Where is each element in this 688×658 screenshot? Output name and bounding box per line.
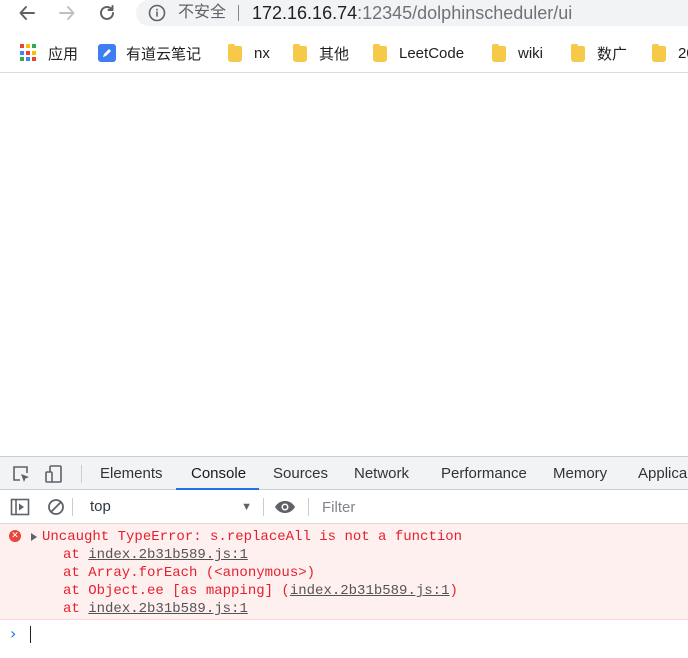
show-sidebar-button[interactable]	[9, 496, 31, 518]
folder-icon	[571, 44, 585, 62]
security-label: 不安全	[178, 4, 227, 21]
bookmark-folder-wiki[interactable]: wiki	[490, 42, 543, 64]
tab-elements[interactable]: Elements	[100, 457, 163, 490]
toolbar-separator	[72, 498, 73, 516]
prompt-chevron-icon: ›	[10, 624, 17, 643]
folder-icon	[373, 44, 387, 62]
bookmark-folder-shuguang[interactable]: 数广	[569, 42, 627, 64]
tab-separator	[81, 465, 82, 483]
device-mobile-icon	[45, 465, 62, 483]
info-icon[interactable]	[148, 4, 166, 22]
omnibox-separator	[238, 5, 239, 21]
context-value: top	[90, 498, 111, 515]
bookmark-apps[interactable]: 应用	[20, 42, 78, 64]
caret-down-icon: ▼	[241, 501, 252, 513]
forward-button[interactable]	[52, 0, 82, 26]
bookmark-folder-leetcode[interactable]: LeetCode	[371, 42, 464, 64]
sidebar-toggle-icon	[10, 498, 30, 516]
stack-frame-text: )	[449, 583, 458, 599]
bookmarks-bar: 应用 有道云笔记 nx 其他 LeetCode wiki 数广 20	[0, 36, 688, 72]
expand-triangle-icon[interactable]	[31, 533, 37, 541]
url-text[interactable]: 172.16.16.74:12345/dolphinscheduler/ui	[252, 0, 572, 26]
stack-source-link[interactable]: index.2b31b589.js:1	[88, 547, 248, 563]
reload-icon	[100, 5, 114, 20]
toolbar-separator	[308, 498, 309, 516]
bookmark-label: 有道云笔记	[126, 45, 202, 63]
bookmark-youdao-note[interactable]: 有道云笔记	[98, 42, 201, 64]
tab-console[interactable]: Console	[191, 457, 246, 490]
bookmark-label: wiki	[518, 44, 543, 62]
stack-frame: at index.2b31b589.js:1	[63, 547, 248, 563]
error-text: Uncaught TypeError: s.replaceAll is not …	[42, 529, 463, 545]
bookmark-folder-20[interactable]: 20	[650, 42, 688, 64]
tab-application[interactable]: Applica	[638, 457, 687, 490]
reload-button[interactable]	[92, 0, 122, 26]
toolbar-separator	[263, 498, 264, 516]
inspect-cursor-icon	[13, 466, 29, 482]
stack-source-link[interactable]: index.2b31b589.js:1	[290, 583, 450, 599]
bookmark-label: 数广	[597, 45, 628, 63]
address-bar[interactable]: 不安全 172.16.16.74:12345/dolphinscheduler/…	[136, 0, 688, 26]
bookmark-label: 20	[678, 44, 688, 62]
device-toolbar-button[interactable]	[43, 463, 65, 485]
stack-frame-text: at	[63, 547, 89, 563]
tab-sources[interactable]: Sources	[273, 457, 328, 490]
stack-source-link[interactable]: index.2b31b589.js:1	[88, 601, 248, 617]
stack-frame-text: at Array.forEach (<anonymous>)	[63, 565, 316, 581]
devtools-panel: Elements Console Sources Network Perform…	[0, 456, 688, 658]
inspect-element-button[interactable]	[10, 463, 32, 485]
tab-memory[interactable]: Memory	[553, 457, 607, 490]
apps-grid-icon	[20, 44, 38, 62]
youdao-note-icon	[98, 44, 116, 62]
arrow-right-icon	[59, 6, 75, 20]
stack-frame-text: at	[63, 601, 89, 617]
devtools-tab-bar: Elements Console Sources Network Perform…	[0, 456, 688, 490]
page-content	[0, 73, 688, 456]
error-icon: ✕	[9, 530, 21, 542]
stack-frame: at Object.ee [as mapping] (index.2b31b58…	[63, 583, 458, 599]
bookmark-label: 应用	[48, 45, 79, 63]
bookmark-label: 其他	[319, 45, 350, 63]
console-error-message: ✕ Uncaught TypeError: s.replaceAll is no…	[0, 524, 688, 620]
tab-network[interactable]: Network	[354, 457, 409, 490]
bookmark-folder-other[interactable]: 其他	[291, 42, 349, 64]
bookmark-label: LeetCode	[399, 44, 465, 62]
stack-frame: at Array.forEach (<anonymous>)	[63, 565, 315, 581]
folder-icon	[228, 44, 242, 62]
stack-frame: at index.2b31b589.js:1	[63, 601, 248, 617]
stack-frame-text: at Object.ee [as mapping] (	[63, 583, 290, 599]
console-toolbar: top ▼	[0, 490, 688, 524]
bookmark-label: nx	[254, 44, 270, 62]
console-filter-input[interactable]	[316, 495, 688, 519]
tab-performance[interactable]: Performance	[441, 457, 527, 490]
live-expression-button[interactable]	[274, 496, 296, 518]
console-prompt[interactable]: ›	[0, 620, 688, 648]
folder-icon	[492, 44, 506, 62]
arrow-left-icon	[19, 6, 35, 20]
url-host: 172.16.16.74	[252, 3, 358, 23]
block-icon	[48, 499, 64, 515]
back-button[interactable]	[12, 0, 42, 26]
bookmark-folder-nx[interactable]: nx	[226, 42, 270, 64]
url-path: :12345/dolphinscheduler/ui	[357, 3, 573, 23]
clear-console-button[interactable]	[45, 496, 67, 518]
browser-toolbar: 不安全 172.16.16.74:12345/dolphinscheduler/…	[0, 0, 688, 36]
eye-icon	[275, 501, 295, 513]
folder-icon	[652, 44, 666, 62]
folder-icon	[293, 44, 307, 62]
execution-context-select[interactable]: top ▼	[82, 496, 258, 518]
text-cursor	[30, 626, 31, 643]
